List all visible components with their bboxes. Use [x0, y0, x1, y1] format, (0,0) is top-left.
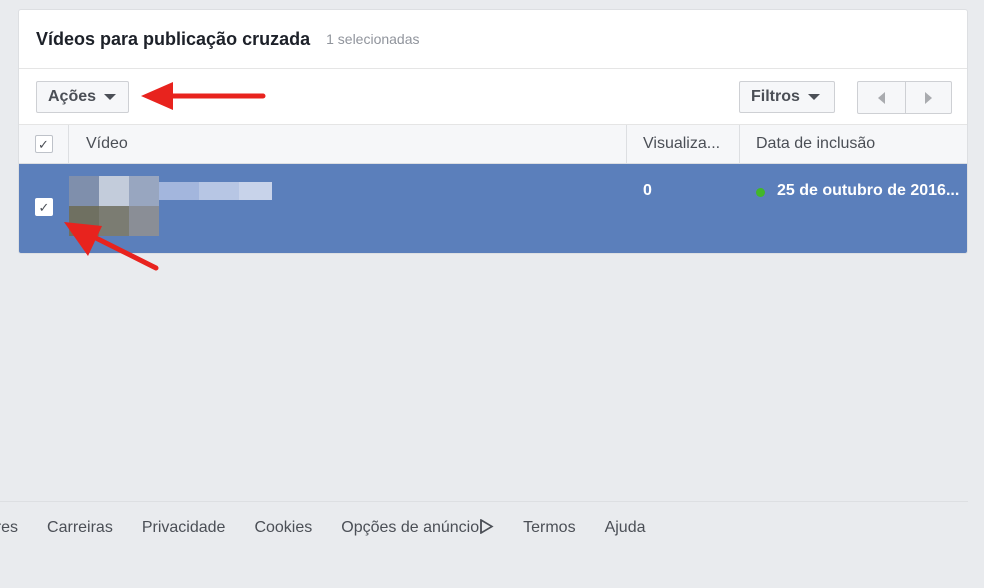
actions-label: Ações: [48, 88, 97, 105]
footer-link-privacy[interactable]: Privacidade: [142, 519, 226, 537]
pager: [857, 81, 952, 114]
filters-label: Filtros: [751, 88, 800, 105]
page-title: Vídeos para publicação cruzada: [36, 28, 311, 49]
pager-next-button[interactable]: [904, 82, 952, 113]
row-date-cell: 25 de outubro de 2016...: [740, 164, 967, 253]
footer-links: dores Carreiras Privacidade Cookies Opçõ…: [0, 519, 675, 537]
header-views[interactable]: Visualiza...: [627, 125, 740, 163]
toolbar: Ações Filtros: [19, 69, 967, 125]
video-thumbnail-blurred: [69, 176, 272, 236]
filters-dropdown-button[interactable]: Filtros: [739, 81, 835, 113]
footer-link-careers[interactable]: Carreiras: [47, 519, 113, 537]
header-date[interactable]: Data de inclusão: [740, 125, 967, 163]
footer-link-cookies[interactable]: Cookies: [254, 519, 312, 537]
row-views: 0: [643, 182, 652, 199]
footer: dores Carreiras Privacidade Cookies Opçõ…: [0, 501, 968, 561]
caret-down-icon: [807, 94, 820, 100]
chevron-right-icon: [924, 91, 932, 104]
selected-count: 1 selecionadas: [326, 31, 420, 47]
select-all-checkbox[interactable]: ✓: [34, 135, 53, 153]
row-video-cell[interactable]: [69, 164, 627, 253]
footer-link-help[interactable]: Ajuda: [605, 519, 646, 537]
panel-header: Vídeos para publicação cruzada 1 selecio…: [19, 10, 967, 69]
actions-dropdown-button[interactable]: Ações: [36, 81, 129, 113]
pager-prev-button[interactable]: [858, 82, 905, 113]
footer-link-terms[interactable]: Termos: [523, 519, 575, 537]
header-video[interactable]: Vídeo: [69, 125, 627, 163]
row-date: 25 de outubro de 2016...: [777, 182, 960, 199]
row-check-cell: ✓: [19, 164, 69, 253]
footer-link-ad-choices[interactable]: Opções de anúncio: [341, 519, 494, 537]
ad-choices-label: Opções de anúncio: [341, 519, 480, 536]
ad-choices-icon: [480, 519, 494, 534]
table-header: ✓ Vídeo Visualiza... Data de inclusão: [19, 125, 967, 164]
footer-link-developers[interactable]: dores: [0, 519, 18, 537]
row-checkbox[interactable]: ✓: [35, 198, 53, 216]
chevron-left-icon: [877, 91, 885, 104]
status-dot-icon: [756, 188, 765, 197]
header-check-cell: ✓: [19, 125, 69, 163]
caret-down-icon: [104, 94, 117, 100]
videos-panel: Vídeos para publicação cruzada 1 selecio…: [18, 9, 968, 254]
table-row[interactable]: ✓ 0 25 de outubro de 2016...: [19, 164, 967, 253]
